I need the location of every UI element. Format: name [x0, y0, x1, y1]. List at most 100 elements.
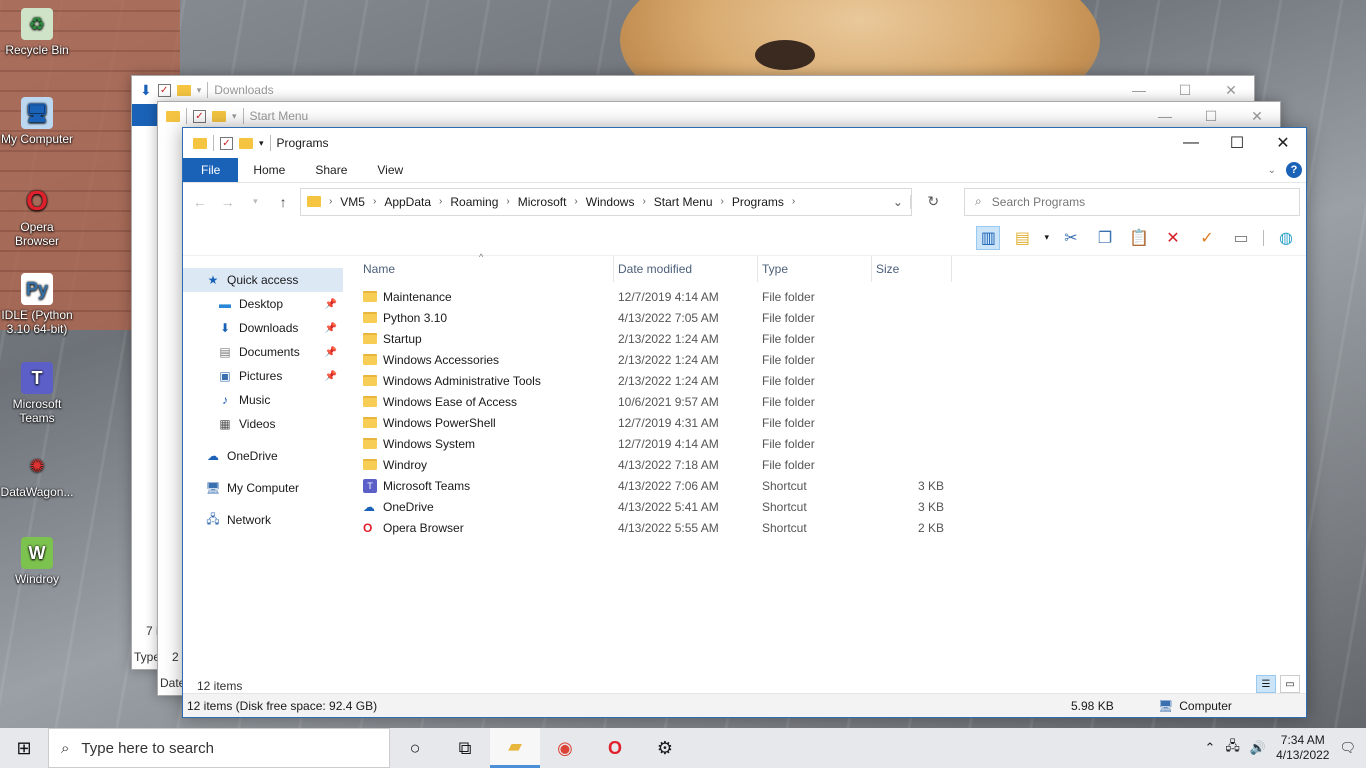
nav-downloads[interactable]: ⬇ Downloads 📌 [183, 316, 343, 340]
clock[interactable]: 7:34 AM 4/13/2022 [1276, 733, 1329, 763]
new-folder-icon[interactable]: ▤ [1010, 226, 1034, 250]
chevron-right-icon[interactable]: › [642, 196, 645, 207]
desktop-icon-windroy[interactable]: W Windroy [0, 537, 74, 586]
chevron-right-icon[interactable]: › [329, 196, 332, 207]
back-button[interactable]: ← [189, 194, 211, 210]
column-size[interactable]: Size [872, 256, 952, 282]
nav-videos[interactable]: ▦ Videos [183, 412, 343, 436]
desktop-icon-idle-python[interactable]: Py IDLE (Python 3.10 64-bit) [0, 273, 74, 336]
large-icons-view-icon[interactable]: ▭ [1280, 675, 1300, 693]
table-row[interactable]: Windows Ease of Access 10/6/2021 9:57 AM F… [359, 391, 1306, 412]
table-row[interactable]: Windows Administrative Tools 2/13/2022 1:… [359, 370, 1306, 391]
breadcrumb-appdata[interactable]: AppData [384, 195, 431, 209]
maximize-button[interactable]: ☐ [1188, 108, 1234, 125]
chevron-right-icon[interactable]: › [506, 196, 509, 207]
breadcrumb-programs[interactable]: Programs [732, 195, 784, 209]
column-date-modified[interactable]: Date modified [614, 256, 758, 282]
table-row[interactable]: Python 3.10 4/13/2022 7:05 AM File folder [359, 307, 1306, 328]
desktop-icon-recycle-bin[interactable]: ♻ Recycle Bin [0, 8, 74, 57]
qat-dropdown-icon[interactable]: ▾ [232, 111, 237, 122]
nav-music[interactable]: ♪ Music [183, 388, 343, 412]
column-name[interactable]: Name [359, 256, 614, 282]
forward-button[interactable]: → [217, 194, 239, 210]
refresh-icon[interactable]: ↻ [918, 193, 948, 210]
qat-dropdown-icon[interactable]: ▾ [197, 85, 202, 96]
table-row[interactable]: Windroy 4/13/2022 7:18 AM File folder [359, 454, 1306, 475]
nav-pictures[interactable]: ▣ Pictures 📌 [183, 364, 343, 388]
pin-icon[interactable]: 📌 [325, 371, 337, 382]
pin-icon[interactable]: 📌 [325, 347, 337, 358]
address-bar[interactable]: › VM5 › AppData › Roaming › Microsoft › … [299, 187, 913, 216]
close-button[interactable]: ✕ [1208, 82, 1254, 99]
qat-dropdown-icon[interactable]: ▾ [259, 138, 264, 149]
chevron-right-icon[interactable]: › [373, 196, 376, 207]
minimize-button[interactable]: — [1142, 108, 1188, 125]
pin-icon[interactable]: 📌 [325, 299, 337, 310]
table-row[interactable]: O Opera Browser 4/13/2022 5:55 AM Shortcut 2… [359, 517, 1306, 538]
expand-ribbon-icon[interactable]: ⌄ [1268, 165, 1276, 176]
table-row[interactable]: Windows System 12/7/2019 4:14 AM File fold… [359, 433, 1306, 454]
search-input[interactable]: ⌕ Search Programs [964, 187, 1301, 216]
start-button[interactable]: ⊞ [0, 728, 48, 768]
notifications-icon[interactable]: 🗨 [1339, 740, 1356, 756]
column-type[interactable]: Type [758, 256, 872, 282]
task-view-button[interactable]: ⧉ [440, 728, 490, 768]
table-row[interactable]: T Microsoft Teams 4/13/2022 7:06 AM Shortcu… [359, 475, 1306, 496]
delete-icon[interactable]: ✕ [1161, 226, 1185, 250]
copy-icon[interactable]: ❐ [1093, 226, 1117, 250]
tab-share[interactable]: Share [300, 158, 362, 182]
chevron-right-icon[interactable]: › [721, 196, 724, 207]
table-row[interactable]: Windows PowerShell 12/7/2019 4:31 AM File … [359, 412, 1306, 433]
tab-file[interactable]: File [183, 158, 239, 182]
table-row[interactable]: Startup 2/13/2022 1:24 AM File folder [359, 328, 1306, 349]
title-bar[interactable]: ✓ ▾ Programs — ☐ ✕ [183, 128, 1306, 158]
maximize-button[interactable]: ☐ [1214, 128, 1260, 158]
desktop-icon-my-computer[interactable]: 🖥 My Computer [0, 97, 74, 146]
preview-pane-icon[interactable]: ▥ [976, 225, 1001, 250]
breadcrumb-vm5[interactable]: VM5 [340, 195, 365, 209]
close-button[interactable]: ✕ [1260, 128, 1306, 158]
breadcrumb-start-menu[interactable]: Start Menu [654, 195, 713, 209]
opera-taskbar-button[interactable]: O [590, 728, 640, 768]
close-button[interactable]: ✕ [1234, 108, 1280, 125]
table-row[interactable]: Maintenance 12/7/2019 4:14 AM File folder [359, 286, 1306, 307]
nav-onedrive[interactable]: ☁ OneDrive [183, 444, 343, 468]
programs-window[interactable]: ✓ ▾ Programs — ☐ ✕ File Home Share View … [182, 127, 1307, 718]
nav-network[interactable]: 🖧 Network [183, 508, 343, 532]
desktop-icon-opera[interactable]: O Opera Browser [0, 185, 74, 249]
chevron-up-icon[interactable]: ⌃ [1205, 740, 1216, 756]
properties-icon[interactable]: ✓ [220, 136, 233, 150]
minimize-button[interactable]: — [1116, 82, 1162, 99]
breadcrumb-windows[interactable]: Windows [586, 195, 635, 209]
details-view-icon[interactable]: ☰ [1256, 675, 1276, 693]
network-icon[interactable]: 🖧 [1225, 737, 1240, 759]
cut-icon[interactable]: ✂ [1059, 226, 1083, 250]
paste-icon[interactable]: 📋 [1127, 226, 1151, 250]
help-icon[interactable]: ? [1286, 162, 1302, 178]
breadcrumb-microsoft[interactable]: Microsoft [518, 195, 567, 209]
chevron-right-icon[interactable]: › [574, 196, 577, 207]
cortana-button[interactable]: ○ [390, 728, 440, 768]
nav-my-computer[interactable]: 🖥 My Computer [183, 476, 343, 500]
taskbar-search-input[interactable]: ⌕ Type here to search [48, 728, 390, 768]
breadcrumb-roaming[interactable]: Roaming [450, 195, 498, 209]
dropdown-icon[interactable]: ▾ [1044, 232, 1049, 243]
tab-home[interactable]: Home [238, 158, 300, 182]
settings-taskbar-button[interactable]: ⚙ [640, 728, 690, 768]
file-explorer-taskbar-button[interactable]: ▰ [490, 728, 540, 768]
maximize-button[interactable]: ☐ [1162, 82, 1208, 99]
nav-documents[interactable]: ▤ Documents 📌 [183, 340, 343, 364]
table-row[interactable]: Windows Accessories 2/13/2022 1:24 AM File… [359, 349, 1306, 370]
minimize-button[interactable]: — [1168, 128, 1214, 158]
tab-view[interactable]: View [362, 158, 418, 182]
address-dropdown-icon[interactable]: ⌄ [885, 194, 912, 209]
recent-locations-button[interactable]: ▾ [244, 196, 266, 207]
globe-icon[interactable]: ◍ [1274, 226, 1298, 250]
desktop-icon-datawagon[interactable]: ✺ DataWagon... [0, 450, 74, 499]
desktop-icon-teams[interactable]: T Microsoft Teams [0, 362, 74, 425]
nav-desktop[interactable]: ▬ Desktop 📌 [183, 292, 343, 316]
chrome-taskbar-button[interactable]: ◉ [540, 728, 590, 768]
nav-quick-access[interactable]: ★ Quick access [183, 268, 343, 292]
table-row[interactable]: ☁ OneDrive 4/13/2022 5:41 AM Shortcut 3 KB [359, 496, 1306, 517]
file-tab-partial[interactable] [132, 104, 158, 126]
